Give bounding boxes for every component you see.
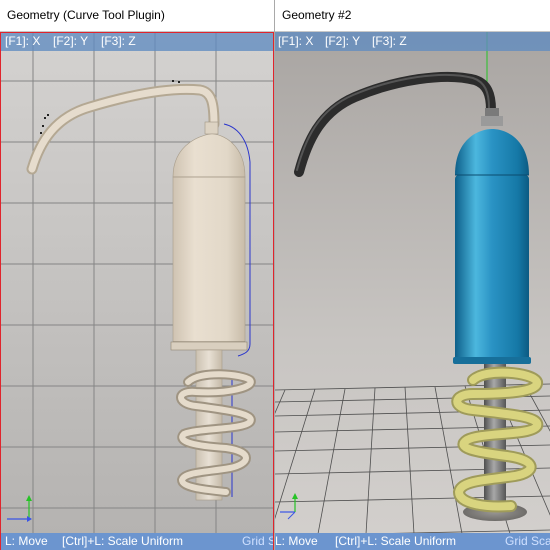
tank-neck <box>481 116 503 126</box>
status-move-hint: L: Move <box>275 534 318 548</box>
axis-z-label[interactable]: [F3]: Z <box>101 32 136 51</box>
status-scale-hint: [Ctrl]+L: Scale Uniform <box>335 534 457 548</box>
axis-z-label[interactable]: [F3]: Z <box>372 32 407 51</box>
viewport-title[interactable]: Geometry (Curve Tool Plugin) <box>0 0 274 31</box>
viewport-canvas[interactable] <box>0 32 274 550</box>
tank-body <box>172 176 246 343</box>
status-grid-scale: Grid Sca <box>505 534 550 548</box>
status-bar: L: Move [Ctrl]+L: Scale Uniform Grid S <box>0 533 274 550</box>
tank-cap <box>204 121 219 135</box>
viewport-title[interactable]: Geometry #2 <box>275 0 550 31</box>
axis-y-label[interactable]: [F2]: Y <box>325 32 360 51</box>
axis-x-label[interactable]: [F1]: X <box>5 32 40 51</box>
tank-base-ring <box>453 357 531 364</box>
status-scale-hint: [Ctrl]+L: Scale Uniform <box>62 534 184 548</box>
status-move-hint: L: Move <box>5 534 48 548</box>
viewport-canvas[interactable] <box>275 32 550 550</box>
tank-body <box>455 175 529 361</box>
axis-y-label[interactable]: [F2]: Y <box>53 32 88 51</box>
status-grid-scale: Grid S <box>242 534 274 548</box>
axis-shortcut-bar: [F1]: X [F2]: Y [F3]: Z <box>0 32 274 51</box>
axis-shortcut-bar: [F1]: X [F2]: Y [F3]: Z <box>275 32 550 51</box>
axis-x-label[interactable]: [F1]: X <box>278 32 313 51</box>
tank-cap <box>485 108 499 116</box>
status-bar: L: Move [Ctrl]+L: Scale Uniform Grid Sca <box>275 533 550 550</box>
viewport-right[interactable]: Geometry #2 [F1]: X [F2]: Y [F3]: Z L: M… <box>275 0 550 550</box>
viewport-left[interactable]: Geometry (Curve Tool Plugin) [F1]: X [F2… <box>0 0 274 550</box>
tank-base-ring <box>170 341 248 351</box>
